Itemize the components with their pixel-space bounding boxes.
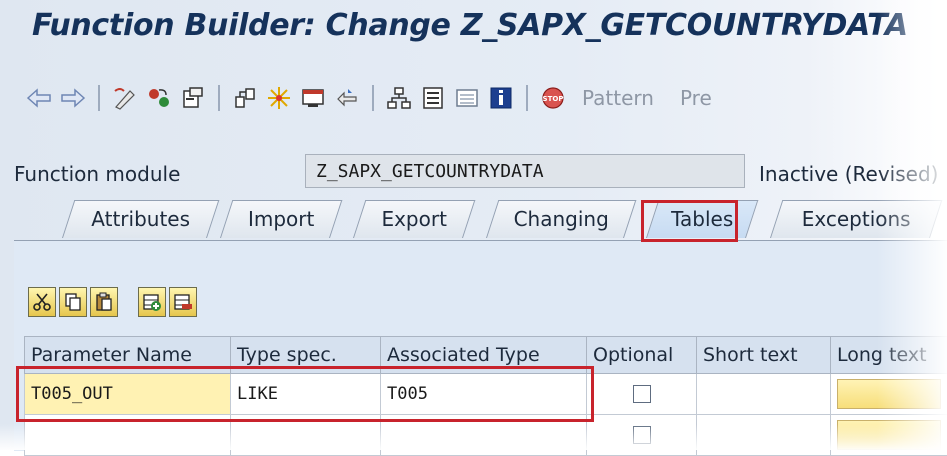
tab-import[interactable]: Import bbox=[220, 200, 342, 238]
jump-icon[interactable] bbox=[332, 81, 362, 115]
list-icon[interactable] bbox=[452, 81, 482, 115]
tab-exceptions[interactable]: Exceptions bbox=[770, 200, 942, 238]
optional-cell bbox=[587, 415, 697, 456]
back-arrow-icon[interactable] bbox=[24, 81, 54, 115]
long-text-cell bbox=[831, 374, 947, 415]
display-change-icon[interactable] bbox=[110, 81, 140, 115]
tables-tab-highlight bbox=[641, 200, 738, 242]
delete-row-icon[interactable] bbox=[169, 287, 197, 317]
parameter-row-highlight bbox=[16, 366, 594, 422]
tab-label: Changing bbox=[493, 201, 629, 237]
tab-label: Import bbox=[227, 201, 335, 237]
function-module-field[interactable]: Z_SAPX_GETCOUNTRYDATA bbox=[305, 154, 745, 188]
activate-icon[interactable] bbox=[144, 81, 174, 115]
optional-checkbox[interactable] bbox=[633, 426, 651, 444]
optional-checkbox[interactable] bbox=[633, 385, 651, 403]
tab-export[interactable]: Export bbox=[353, 200, 475, 238]
svg-text:STOP: STOP bbox=[543, 95, 564, 103]
toolbar-separator bbox=[372, 85, 374, 111]
pattern-button[interactable]: Pattern bbox=[582, 86, 654, 110]
function-module-status: Inactive (Revised) bbox=[759, 162, 938, 186]
info-icon[interactable] bbox=[486, 81, 516, 115]
short-text-cell[interactable] bbox=[697, 415, 831, 456]
forward-arrow-icon[interactable] bbox=[58, 81, 88, 115]
tab-label: Export bbox=[360, 201, 468, 237]
pretty-printer-button[interactable]: Pre bbox=[680, 86, 712, 110]
tab-attributes[interactable]: Attributes bbox=[62, 200, 219, 238]
overview-icon[interactable] bbox=[418, 81, 448, 115]
stop-breakpoint-icon[interactable]: STOP bbox=[538, 81, 568, 115]
short-text-cell[interactable] bbox=[697, 374, 831, 415]
toolbar-separator bbox=[98, 85, 100, 111]
tab-label: Attributes bbox=[69, 201, 212, 237]
function-module-row: Function module Z_SAPX_GETCOUNTRYDATA In… bbox=[14, 152, 947, 192]
tab-strip: Attributes Import Export Changing Tables… bbox=[0, 198, 947, 240]
column-header-short-text[interactable]: Short text bbox=[697, 337, 831, 374]
where-used-icon[interactable] bbox=[264, 81, 294, 115]
long-text-button[interactable] bbox=[837, 379, 941, 409]
optional-cell bbox=[587, 374, 697, 415]
column-header-optional[interactable]: Optional bbox=[587, 337, 697, 374]
tab-label: Exceptions bbox=[777, 201, 935, 237]
tab-changing[interactable]: Changing bbox=[486, 200, 636, 238]
window-title: Function Builder: Change Z_SAPX_GETCOUNT… bbox=[32, 8, 908, 43]
hierarchy-icon[interactable] bbox=[384, 81, 414, 115]
table-toolbar bbox=[28, 284, 197, 320]
long-text-cell bbox=[831, 415, 947, 456]
toolbar-separator bbox=[526, 85, 528, 111]
column-header-long-text[interactable]: Long text bbox=[831, 337, 947, 374]
check-icon[interactable] bbox=[230, 81, 260, 115]
cut-icon[interactable] bbox=[28, 287, 56, 317]
copy-icon[interactable] bbox=[59, 287, 87, 317]
toolbar-separator bbox=[218, 85, 220, 111]
test-icon[interactable] bbox=[298, 81, 328, 115]
insert-row-icon[interactable] bbox=[138, 287, 166, 317]
paste-icon[interactable] bbox=[90, 287, 118, 317]
long-text-button[interactable] bbox=[837, 420, 941, 450]
other-object-icon[interactable] bbox=[178, 81, 208, 115]
application-toolbar: STOP Pattern Pre bbox=[24, 76, 947, 120]
function-module-label: Function module bbox=[14, 162, 180, 186]
